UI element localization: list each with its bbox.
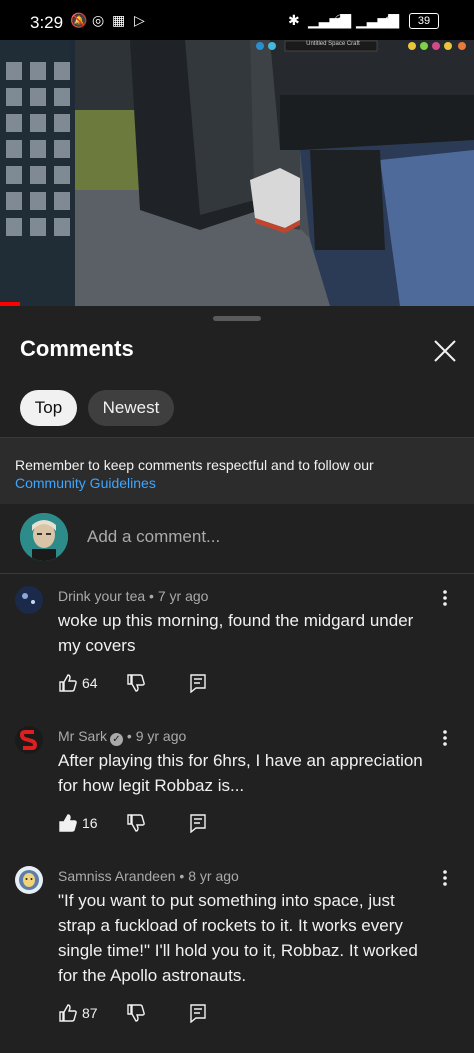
comment-meta: Mr Sark ✓ • 9 yr ago — [58, 728, 187, 746]
battery-indicator: 39 — [409, 13, 439, 29]
comment-actions: 87 — [58, 1003, 458, 1025]
comment-age: 9 yr ago — [135, 728, 187, 744]
play-store-icon: ▷ — [134, 12, 145, 28]
video-player[interactable]: Untitled Space Craft — [0, 40, 474, 306]
more-options-icon[interactable] — [440, 728, 450, 748]
video-frame — [0, 40, 474, 306]
comments-sheet: Comments Top Newest Remember to keep com… — [0, 306, 474, 1053]
like-icon[interactable] — [58, 1003, 78, 1023]
like-icon[interactable] — [58, 813, 78, 833]
comment-author[interactable]: Mr Sark — [58, 728, 107, 744]
more-options-icon[interactable] — [440, 868, 450, 888]
dislike-icon[interactable] — [126, 813, 146, 833]
drag-handle[interactable] — [213, 316, 261, 321]
comment-age: 8 yr ago — [188, 868, 239, 884]
sheet-title: Comments — [20, 336, 134, 361]
comment-actions: 64 — [58, 673, 458, 695]
filter-chip-top[interactable]: Top — [20, 390, 77, 426]
more-options-icon[interactable] — [440, 588, 450, 608]
verified-icon: ✓ — [110, 733, 123, 746]
dislike-icon[interactable] — [126, 1003, 146, 1023]
filter-chip-label: Top — [34, 398, 63, 417]
close-icon[interactable] — [430, 336, 460, 366]
community-guidelines-link[interactable]: Community Guidelines — [15, 475, 156, 491]
add-comment-row[interactable]: Add a comment... — [0, 503, 474, 574]
battery-level: 39 — [417, 15, 431, 27]
comment-avatar[interactable] — [15, 586, 43, 614]
comment-meta: Samniss Arandeen • 8 yr ago — [58, 868, 239, 884]
comment-avatar[interactable] — [15, 726, 43, 754]
bluetooth-icon: ✱ — [288, 12, 300, 28]
comment-author[interactable]: Samniss Arandeen — [58, 868, 176, 884]
like-count: 16 — [82, 815, 98, 831]
comment-text: woke up this morning, found the midgard … — [58, 611, 414, 655]
like-count: 64 — [82, 675, 98, 691]
reply-icon[interactable] — [188, 1003, 208, 1023]
filter-chip-label: Newest — [102, 398, 160, 417]
status-time: 3:29 — [30, 13, 64, 32]
avatar — [20, 513, 68, 561]
app-grid-icon: ▦ — [112, 12, 126, 28]
dislike-icon[interactable] — [126, 673, 146, 693]
comment-actions: 16 — [58, 813, 458, 835]
filter-chip-newest[interactable]: Newest — [88, 390, 174, 426]
comment-avatar[interactable] — [15, 866, 43, 894]
comment-age: 7 yr ago — [157, 588, 209, 604]
guidelines-notice: Remember to keep comments respectful and… — [0, 437, 474, 504]
status-bar: 3:29 🔕 ◎ ▦ ▷ ✱ ▁▃▅▇ Ⓡ ▁▃▅▇ ◠ 39 — [0, 0, 474, 40]
reply-icon[interactable] — [188, 673, 208, 693]
comment-author[interactable]: Drink your tea — [58, 588, 145, 604]
notice-text: Remember to keep comments respectful and… — [15, 457, 374, 473]
reply-icon[interactable] — [188, 813, 208, 833]
like-icon[interactable] — [58, 673, 78, 693]
instagram-icon: ◎ — [92, 12, 105, 28]
comment-text: After playing this for 6hrs, I have an a… — [58, 751, 423, 795]
mute-icon: 🔕 — [70, 12, 88, 28]
add-comment-input[interactable]: Add a comment... — [87, 527, 220, 547]
video-overlay-title: Untitled Space Craft — [306, 41, 360, 47]
comment-meta: Drink your tea • 7 yr ago — [58, 588, 209, 604]
capsule — [250, 168, 300, 233]
roaming-icon: Ⓡ — [334, 14, 348, 30]
like-count: 87 — [82, 1005, 98, 1021]
comment-text: "If you want to put something into space… — [58, 891, 418, 985]
wifi-icon: ◠ — [384, 12, 397, 28]
